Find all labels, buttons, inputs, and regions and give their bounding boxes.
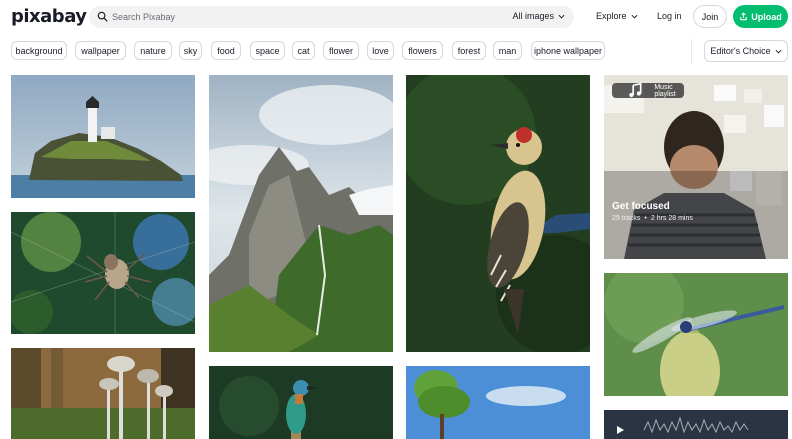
tag-chip[interactable]: forest [452, 41, 486, 60]
tag-chip[interactable]: man [493, 41, 522, 60]
explore-menu[interactable]: Explore [596, 11, 638, 21]
woodpecker-image[interactable] [406, 75, 590, 352]
media-type-dropdown[interactable]: All images [512, 11, 565, 21]
pixabay-logo[interactable]: pixabay [11, 6, 87, 27]
tag-chip[interactable]: flowers [402, 41, 443, 60]
playlist-title: Get focused [612, 201, 670, 212]
music-playlist-badge: Music playlist [612, 83, 684, 98]
upload-button[interactable]: Upload [733, 5, 788, 28]
audio-track-card[interactable] [604, 410, 788, 439]
search-icon [97, 11, 108, 22]
tree-sky-image[interactable] [406, 366, 590, 439]
dragonfly-image[interactable] [604, 273, 788, 396]
motmot-bird-image[interactable] [209, 366, 393, 439]
tag-chip[interactable]: food [211, 41, 241, 60]
tag-chip[interactable]: iphone wallpaper [531, 41, 605, 60]
meta-separator: • [644, 215, 647, 222]
music-playlist-label: Music playlist [654, 83, 676, 98]
tag-divider [691, 39, 692, 63]
join-button[interactable]: Join [693, 5, 727, 28]
tag-chip[interactable]: sky [179, 41, 202, 60]
playlist-track-count: 29 tracks [612, 215, 641, 222]
search-input[interactable] [112, 8, 442, 26]
search-bar: All images [89, 6, 574, 28]
media-type-label: All images [512, 11, 554, 21]
tag-chip[interactable]: space [250, 41, 285, 60]
lighthouse-island-image[interactable] [11, 75, 195, 198]
spider-web-image[interactable] [11, 212, 195, 334]
tag-chip[interactable]: wallpaper [75, 41, 126, 60]
sort-dropdown[interactable]: Editor's Choice [704, 40, 788, 62]
mountain-peak-image[interactable] [209, 75, 393, 352]
sort-label: Editor's Choice [710, 46, 771, 56]
music-note-icon [629, 83, 642, 98]
mushrooms-image[interactable] [11, 348, 195, 439]
upload-label: Upload [751, 11, 782, 22]
chevron-down-icon [631, 14, 637, 18]
login-link[interactable]: Log in [657, 11, 682, 21]
explore-label: Explore [596, 11, 627, 21]
tag-chip[interactable]: love [367, 41, 394, 60]
chevron-down-icon [558, 14, 565, 18]
tag-chip[interactable]: flower [323, 41, 359, 60]
top-navigation: pixabay All images Explore Log in Join U… [0, 0, 792, 34]
playlist-duration: 2 hrs 28 mins [650, 215, 693, 222]
music-playlist-card[interactable]: Music playlist Get focused 29 tracks • 2… [604, 75, 788, 259]
upload-icon [740, 12, 747, 21]
chevron-down-icon [775, 49, 782, 53]
playlist-meta: 29 tracks • 2 hrs 28 mins [612, 215, 693, 222]
tag-chip[interactable]: nature [134, 41, 172, 60]
tag-chip[interactable]: background [11, 41, 67, 60]
tag-chip[interactable]: cat [292, 41, 315, 60]
